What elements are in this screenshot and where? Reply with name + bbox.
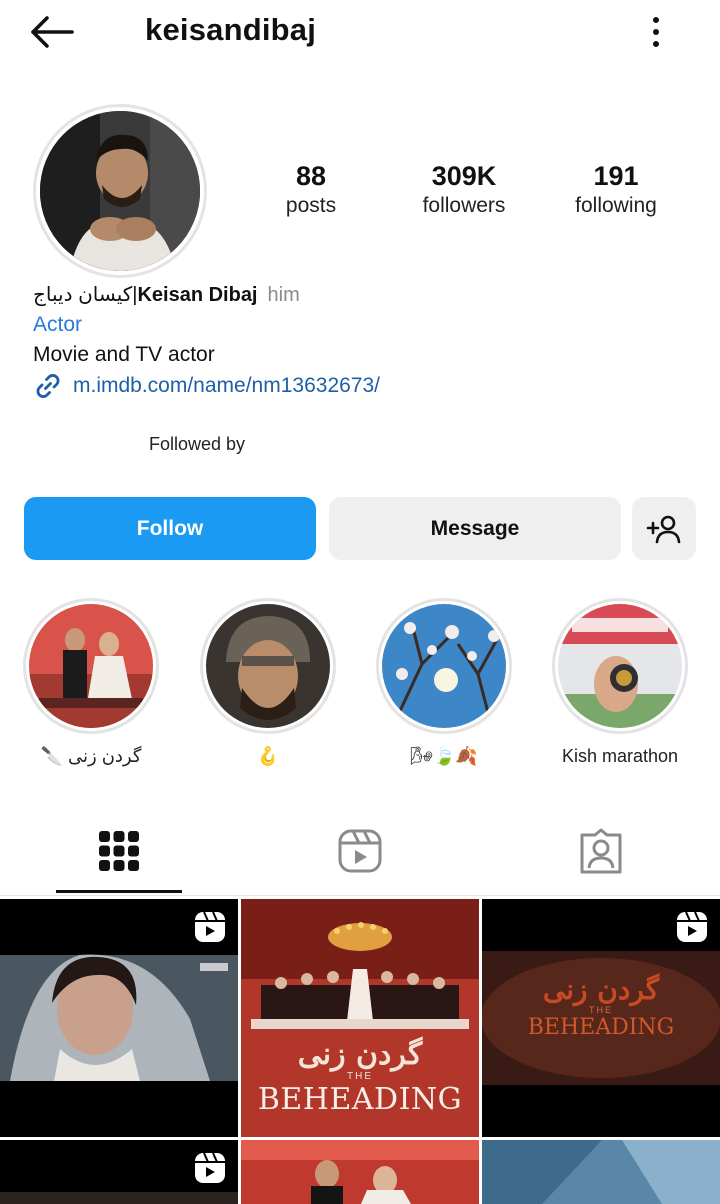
tab-tagged[interactable] — [538, 808, 664, 894]
reel-badge — [194, 911, 226, 948]
grid-post[interactable]: گردن زنی THE BEHEADING — [482, 899, 720, 1137]
highlight-cover — [206, 604, 330, 728]
reel-badge — [676, 911, 708, 948]
highlight-item[interactable]: 🪝 — [198, 598, 338, 767]
profile-link[interactable]: m.imdb.com/name/nm13632673/ — [33, 371, 380, 401]
reels-icon — [677, 911, 707, 942]
message-button[interactable]: Message — [329, 497, 621, 560]
highlight-label: 🔪 گردن زنی — [40, 746, 142, 766]
followed-by-text[interactable]: Followed by — [149, 434, 245, 455]
profile-name: کیسان دیباج|Keisan Dibaj — [33, 284, 258, 306]
highlight-item[interactable]: 🌬🍃🍂 — [374, 598, 514, 767]
highlight-label: 🪝 — [256, 746, 280, 766]
profile-name-line: کیسان دیباج|Keisan Dibaj him — [33, 282, 300, 307]
back-button[interactable] — [28, 12, 84, 52]
more-options-button[interactable] — [640, 12, 672, 52]
grid-icon — [99, 831, 139, 871]
poster-text: گردن زنی THE BEHEADING — [257, 1037, 463, 1118]
grid-post[interactable] — [0, 1140, 238, 1204]
poster-text: گردن زنی THE BEHEADING — [527, 973, 675, 1041]
highlight-cover — [382, 604, 506, 728]
reels-icon — [195, 1152, 225, 1183]
profile-bio: Movie and TV actor — [33, 343, 215, 366]
grid-post[interactable] — [482, 1140, 720, 1204]
tab-posts-grid[interactable] — [56, 808, 182, 894]
reels-icon — [338, 829, 382, 873]
followers-label: followers — [422, 194, 506, 217]
more-vertical-icon — [653, 17, 659, 23]
top-bar: keisandibaj — [0, 0, 720, 64]
reel-badge — [194, 1152, 226, 1189]
suggested-users-button[interactable] — [632, 497, 696, 560]
grid-post[interactable] — [241, 1140, 479, 1204]
arrow-left-icon — [31, 16, 74, 48]
posts-count: 88 — [295, 161, 327, 191]
highlight-cover — [29, 604, 153, 728]
avatar — [40, 111, 200, 271]
following-count: 191 — [593, 161, 639, 191]
link-icon — [36, 374, 60, 398]
highlight-cover — [558, 604, 682, 728]
follow-button[interactable]: Follow — [24, 497, 316, 560]
profile-link-text: m.imdb.com/name/nm13632673/ — [73, 374, 380, 397]
tab-reels[interactable] — [297, 808, 423, 894]
highlight-label: 🌬🍃🍂 — [410, 746, 478, 766]
add-person-icon — [646, 515, 681, 543]
posts-label: posts — [285, 194, 337, 217]
profile-category[interactable]: Actor — [33, 313, 82, 337]
profile-avatar-ring[interactable] — [33, 104, 207, 278]
profile-username: keisandibaj — [145, 12, 317, 47]
pronoun: him — [267, 284, 300, 306]
post-thumbnail — [482, 1140, 720, 1204]
stat-following[interactable]: 191 following — [541, 160, 691, 218]
reels-icon — [195, 911, 225, 942]
highlight-item[interactable]: 🔪 گردن زنی — [21, 598, 161, 767]
highlight-label: Kish marathon — [561, 746, 679, 766]
stat-posts[interactable]: 88 posts — [236, 160, 386, 218]
following-label: following — [575, 194, 657, 217]
followers-count: 309K — [431, 161, 497, 191]
stat-followers[interactable]: 309K followers — [389, 160, 539, 218]
profile-tabs — [0, 808, 720, 896]
highlight-item[interactable]: Kish marathon — [550, 598, 690, 767]
tagged-person-icon — [580, 828, 622, 874]
grid-post[interactable]: گردن زنی THE BEHEADING — [241, 899, 479, 1137]
active-tab-indicator — [56, 890, 182, 893]
post-thumbnail — [241, 1140, 479, 1204]
grid-post[interactable] — [0, 899, 238, 1137]
